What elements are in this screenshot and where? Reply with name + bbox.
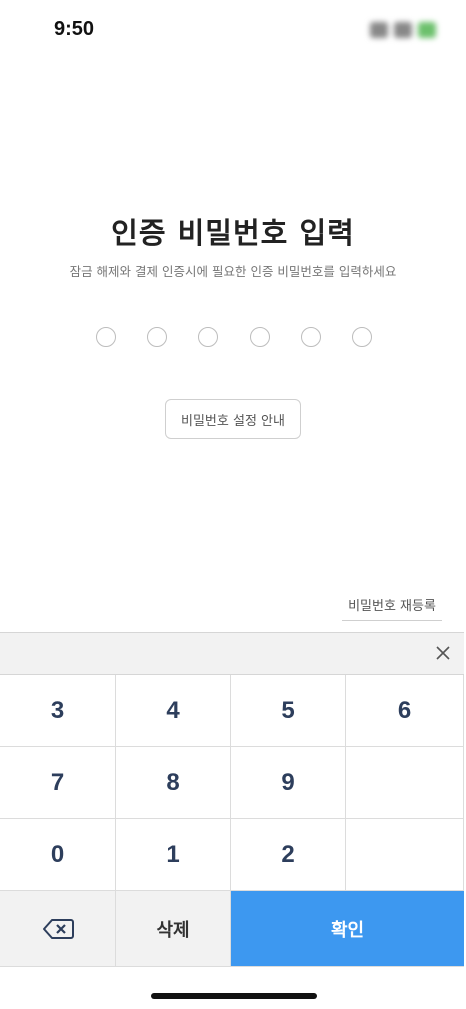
pin-dot [300, 327, 321, 347]
pin-dot [351, 327, 372, 347]
pin-dot [96, 327, 116, 347]
password-guide-button[interactable]: 비밀번호 설정 안내 [165, 399, 301, 439]
key-3[interactable]: 3 [0, 675, 116, 747]
key-9[interactable]: 9 [231, 747, 346, 819]
signal-icon [370, 22, 388, 38]
battery-icon [418, 22, 436, 38]
keypad-grid: 3 4 5 6 7 8 9 0 1 2 삭제 확인 [0, 675, 464, 967]
key-6[interactable]: 6 [346, 675, 464, 747]
key-1[interactable]: 1 [116, 819, 231, 891]
status-icons [370, 22, 436, 38]
key-blank[interactable] [346, 747, 464, 819]
pin-dot [249, 327, 270, 347]
wifi-icon [394, 22, 412, 38]
page-title: 인증 비밀번호 입력 [111, 216, 355, 250]
key-5[interactable]: 5 [231, 675, 346, 747]
backspace-icon [42, 918, 74, 939]
key-blank[interactable] [346, 819, 464, 891]
confirm-button[interactable]: 확인 [231, 891, 464, 967]
home-indicator [151, 993, 317, 999]
key-2[interactable]: 2 [231, 819, 346, 891]
pin-dot [147, 327, 168, 347]
key-0[interactable]: 0 [0, 819, 116, 891]
password-reregister-link[interactable]: 비밀번호 재등록 [342, 595, 442, 621]
key-4[interactable]: 4 [116, 675, 231, 747]
pin-dot [198, 327, 219, 347]
secure-keypad: 3 4 5 6 7 8 9 0 1 2 삭제 확인 [0, 632, 464, 967]
keypad-header [0, 633, 464, 675]
pin-indicator [96, 327, 372, 347]
backspace-button[interactable] [0, 891, 116, 967]
page-subtitle: 잠금 해제와 결제 인증시에 필요한 인증 비밀번호를 입력하세요 [69, 264, 397, 279]
key-8[interactable]: 8 [116, 747, 231, 819]
delete-button[interactable]: 삭제 [116, 891, 231, 967]
status-bar: 9:50 [0, 0, 466, 64]
close-icon[interactable] [432, 642, 454, 664]
status-time: 9:50 [54, 18, 95, 40]
key-7[interactable]: 7 [0, 747, 116, 819]
